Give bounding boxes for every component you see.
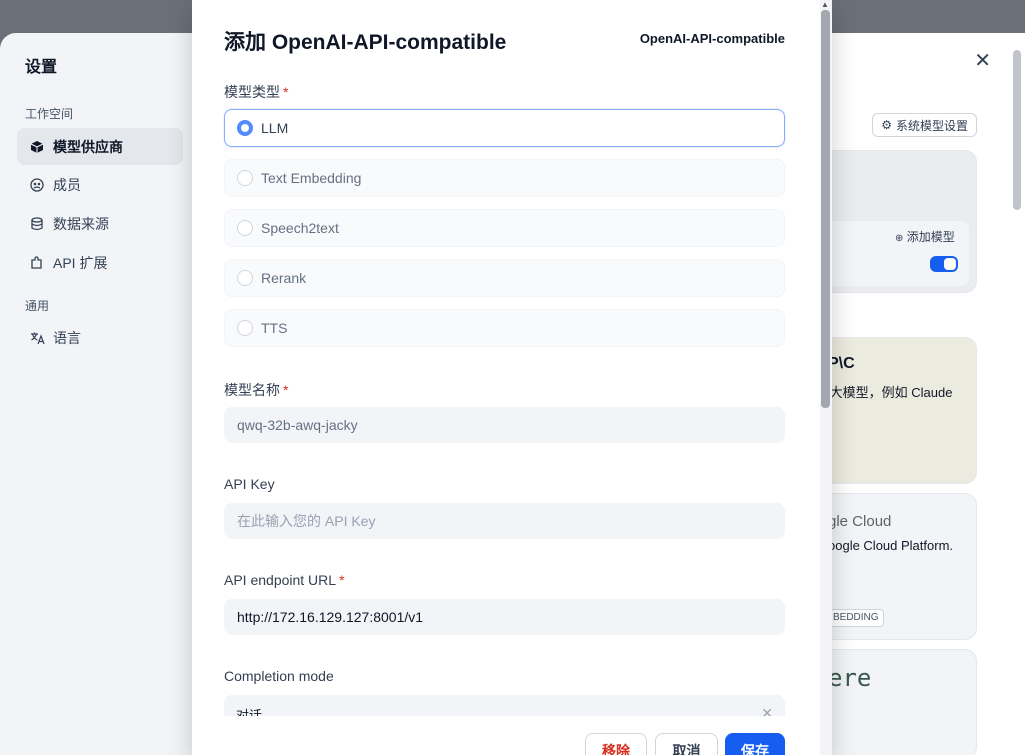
completion-mode-label: Completion mode — [224, 668, 334, 684]
add-model-button[interactable]: ⊕ 添加模型 — [895, 228, 955, 245]
close-icon[interactable]: ✕ — [974, 48, 991, 73]
sidebar-item-data-source[interactable]: 数据来源 — [17, 205, 183, 242]
api-key-label: API Key — [224, 476, 275, 492]
scroll-up-icon[interactable]: ▲ — [821, 0, 829, 9]
sidebar-item-members[interactable]: 成员 — [17, 166, 183, 203]
endpoint-label: API endpoint URL * — [224, 572, 345, 588]
settings-sidebar: 设置 工作空间 模型供应商 成员 数据来源 API 扩展 通用 语言 — [0, 33, 192, 755]
save-button[interactable]: 保存 — [725, 733, 785, 755]
sidebar-item-api-extension[interactable]: API 扩展 — [17, 244, 183, 281]
sidebar-item-label: 成员 — [53, 176, 81, 193]
radio-icon — [237, 220, 253, 236]
sidebar-item-label: 语言 — [53, 329, 81, 346]
api-key-input[interactable]: 在此输入您的 API Key — [224, 503, 785, 539]
puzzle-icon — [29, 255, 45, 271]
model-type-option-speech2text[interactable]: Speech2text — [224, 209, 785, 247]
settings-title: 设置 — [25, 59, 58, 76]
model-type-label: 模型类型 * — [224, 84, 289, 100]
model-type-option-text-embedding[interactable]: Text Embedding — [224, 159, 785, 197]
add-provider-modal: 添加 OpenAI-API-compatible OpenAI-API-comp… — [192, 0, 832, 755]
card-description: oogle Cloud Platform. — [828, 538, 954, 553]
sidebar-item-label: 模型供应商 — [53, 138, 123, 155]
model-type-option-llm[interactable]: LLM — [224, 109, 785, 147]
sidebar-item-label: 数据来源 — [53, 215, 109, 232]
provider-toggle[interactable] — [930, 256, 958, 272]
model-name-label: 模型名称 * — [224, 382, 289, 398]
model-name-input[interactable]: qwq-32b-awq-jacky — [224, 407, 785, 443]
cube-icon — [29, 139, 45, 155]
modal-scrollbar-thumb[interactable] — [821, 10, 830, 408]
radio-icon — [237, 320, 253, 336]
radio-selected-icon — [237, 120, 253, 136]
database-icon — [29, 216, 45, 232]
system-model-settings-button[interactable]: ⚙ 系统模型设置 — [872, 113, 977, 137]
model-type-option-tts[interactable]: TTS — [224, 309, 785, 347]
cancel-button[interactable]: 取消 — [655, 733, 718, 755]
endpoint-url-input[interactable]: http://172.16.129.127:8001/v1 — [224, 599, 785, 635]
card-title: ere — [828, 664, 872, 692]
nav-group-workspace: 工作空间 — [25, 107, 74, 121]
plus-circle-icon: ⊕ — [895, 233, 904, 244]
card-title: P\C — [828, 355, 855, 372]
remove-button[interactable]: 移除 — [585, 733, 647, 755]
sidebar-item-label: API 扩展 — [53, 254, 108, 271]
provider-logo-text: OpenAI-API-compatible — [639, 31, 785, 46]
card-title: gle Cloud — [828, 513, 892, 530]
sidebar-item-providers[interactable]: 模型供应商 — [17, 128, 183, 165]
page-scrollbar[interactable] — [1013, 50, 1021, 210]
gear-icon: ⚙ — [881, 118, 892, 132]
model-type-option-rerank[interactable]: Rerank — [224, 259, 785, 297]
model-type-tag: BEDDING — [828, 609, 884, 627]
card-description: :大模型，例如 Claude — [826, 385, 953, 400]
translate-icon — [29, 330, 45, 346]
members-icon — [29, 177, 45, 193]
sidebar-item-language[interactable]: 语言 — [17, 319, 183, 356]
radio-icon — [237, 170, 253, 186]
radio-icon — [237, 270, 253, 286]
modal-title: 添加 OpenAI-API-compatible — [224, 31, 507, 54]
nav-group-general: 通用 — [25, 299, 50, 313]
